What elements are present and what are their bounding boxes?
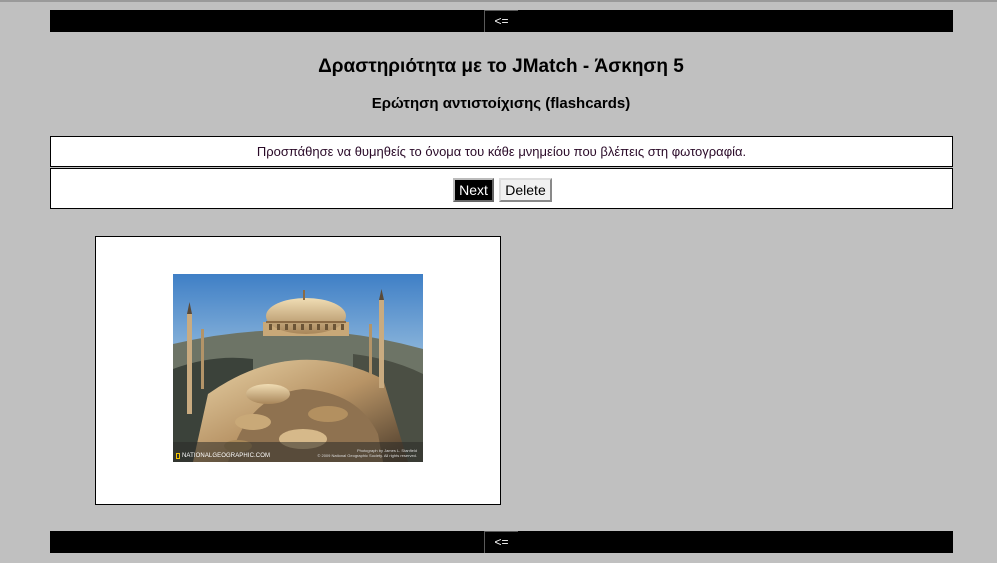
credit-line-2: © 2009 National Geographic Society. All …	[317, 453, 417, 458]
top-nav-bar: <=	[50, 10, 953, 32]
back-button-top[interactable]: <=	[484, 10, 518, 32]
page-title: Δραστηριότητα με το JMatch - Άσκηση 5	[318, 56, 684, 77]
delete-button[interactable]: Delete	[499, 178, 552, 202]
photo-credit: Photograph by James L. Stanfield © 2009 …	[317, 448, 417, 458]
back-button-bottom[interactable]: <=	[484, 531, 518, 553]
national-geographic-logo: NATIONALGEOGRAPHIC.COM	[176, 453, 270, 459]
controls-bar: Next Delete	[50, 168, 953, 209]
instructions-box: Προσπάθησε να θυμηθείς το όνομα του κάθε…	[50, 136, 953, 167]
monument-photo: NATIONALGEOGRAPHIC.COM Photograph by Jam…	[173, 274, 423, 462]
page-subtitle: Ερώτηση αντιστοίχισης (flashcards)	[371, 95, 631, 112]
instructions-text: Προσπάθησε να θυμηθείς το όνομα του κάθε…	[256, 144, 747, 159]
bottom-nav-bar: <=	[50, 531, 953, 553]
flashcard: NATIONALGEOGRAPHIC.COM Photograph by Jam…	[95, 236, 501, 505]
logo-text: NATIONALGEOGRAPHIC.COM	[182, 453, 271, 459]
next-button[interactable]: Next	[453, 178, 494, 202]
logo-frame-icon	[176, 453, 180, 459]
hagia-sophia-image	[173, 274, 423, 462]
